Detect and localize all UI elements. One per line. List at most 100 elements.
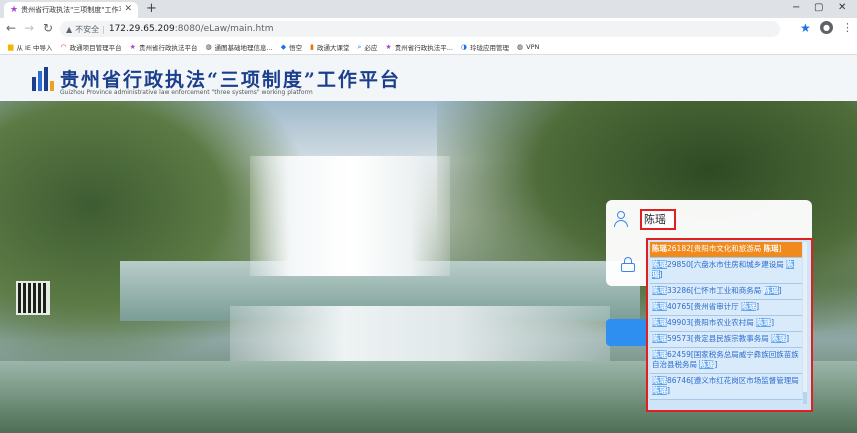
bookmark-label: 通图基础地理信息... [214,44,273,52]
bookmark-item[interactable]: ▮ 政通大课堂 [310,42,349,52]
suggestion-item[interactable]: 陈瑶26182[贵阳市文化和旅游局 陈瑶] [650,242,802,258]
suggestion-item[interactable]: 陈瑶29850[六盘水市住房和城乡建设局 陈瑶] [650,258,802,284]
bookmark-item[interactable]: ★ 贵州省行政执法平... [385,42,452,52]
bookmark-item[interactable]: ◆ 悟空 [281,42,302,52]
suggestion-name-highlight: 陈瑶 [771,334,787,343]
warning-icon: ▲ [66,24,73,34]
folder-icon: ▆ [8,43,14,51]
browser-tab-bar: ★ 贵州省行政执法"三项制度"工作平 ✕ + − ▢ ✕ [0,0,857,18]
bookmark-star-icon[interactable]: ★ [800,21,811,35]
platform-subtitle: Guizhou Province administrative law enfo… [60,89,313,96]
suggestion-name-highlight: 陈瑶 [652,350,667,359]
suggestion-list: 陈瑶26182[贵阳市文化和旅游局 陈瑶] 陈瑶29850[六盘水市住房和城乡建设… [650,242,802,400]
url-host: 172.29.65.209 [108,24,175,34]
separator: | [102,24,105,34]
forward-arrow-icon[interactable]: → [24,21,34,35]
bookmark-label: 从 IE 中导入 [16,44,53,52]
browser-toolbar: ← → ↻ ▲ 不安全 | 172.29.65.209:8080/eLaw/ma… [0,18,857,40]
bookmark-label: 贵州省行政执法平台 [138,44,198,52]
suggestion-name-highlight: 陈瑶 [652,302,667,311]
suggestion-suffix: ] [714,360,718,369]
bookmark-label: 必应 [364,44,378,52]
suggestion-suffix: ] [771,318,775,327]
suggestion-suffix: ] [756,302,760,311]
suggestion-suffix: ] [659,270,663,279]
suggestion-detail: 49903[贵阳市农业农村局 [667,318,757,327]
lock-icon [621,257,635,272]
suggestion-detail: 29850[六盘水市住房和城乡建设局 [667,260,787,269]
minimize-button[interactable]: − [792,2,800,13]
bookmark-item[interactable]: ◍ 通图基础地理信息... [205,42,272,52]
suggestion-detail: 62459[国家税务总局威宁彝族回族苗族自治县税务局 [652,350,799,369]
bookmark-item[interactable]: ◠ 政通项目管理平台 [61,42,122,52]
close-window-button[interactable]: ✕ [838,2,846,13]
bookmark-label: 政通项目管理平台 [69,44,122,52]
suggestion-item[interactable]: 陈瑶62459[国家税务总局威宁彝族回族苗族自治县税务局 陈瑶] [650,348,802,374]
bookmark-item[interactable]: ⌕ 必应 [357,42,378,53]
suggestion-name-highlight: 陈瑶 [741,302,757,311]
tab-title: 贵州省行政执法"三项制度"工作平 [21,6,122,14]
reload-icon[interactable]: ↻ [43,21,53,35]
dropdown-scrollbar[interactable] [803,242,807,404]
suggestion-name-highlight: 陈瑶 [652,318,667,327]
suggestion-item[interactable]: 陈瑶33286[仁怀市工业和商务局 陈瑶] [650,284,802,300]
url-path: :8080/eLaw/main.htm [174,24,274,34]
bookmark-label: 贵州省行政执法平... [394,44,453,52]
page-header: 贵州省行政执法“三项制度”工作平台 Guizhou Province admin… [0,55,857,101]
book-icon: ▮ [310,43,314,51]
search-icon: ⌕ [357,42,362,51]
new-tab-button[interactable]: + [146,1,157,16]
address-bar[interactable]: ▲ 不安全 | 172.29.65.209:8080/eLaw/main.htm [60,21,780,37]
bookmark-item[interactable]: ◍ VPN [517,43,539,51]
suggestion-name-highlight: 陈瑶 [763,244,779,253]
suggestion-name-highlight: 陈瑶 [763,286,779,295]
star-icon: ★ [385,43,392,51]
suggestion-name-highlight: 陈瑶 [699,360,715,369]
bookmark-item[interactable]: ▆ 从 IE 中导入 [8,42,53,52]
username-input[interactable]: 陈瑶 [640,208,676,230]
bookmark-label: VPN [526,43,540,51]
suggestion-item[interactable]: 陈瑶86746[遵义市红花岗区市场监督管理局 陈瑶] [650,374,802,400]
suggestion-suffix: ] [778,244,782,253]
url-text: 172.29.65.209:8080/eLaw/main.htm [109,24,274,34]
suggestion-detail: 33286[仁怀市工业和商务局 [667,286,764,295]
back-arrow-icon[interactable]: ← [6,21,16,35]
suggestion-detail: 86746[遵义市红花岗区市场监督管理局 [667,376,799,385]
bookmark-label: 政通大课堂 [317,44,350,52]
shield-icon: ◆ [280,43,287,51]
globe-icon: ◍ [205,43,212,51]
suggestion-item[interactable]: 陈瑶40765[贵州省审计厅 陈瑶] [650,300,802,316]
suggestion-detail: 59573[贵定县民族宗教事务局 [667,334,772,343]
close-tab-icon[interactable]: ✕ [124,4,132,14]
suggestion-name-highlight: 陈瑶 [652,244,667,253]
qr-code-image [16,281,50,315]
maximize-button[interactable]: ▢ [814,2,823,13]
suggestion-name-highlight: 陈瑶 [652,334,667,343]
suggestion-detail: 40765[贵州省审计厅 [667,302,742,311]
suggestion-item[interactable]: 陈瑶59573[贵定县民族宗教事务局 陈瑶] [650,332,802,348]
suggestion-item[interactable]: 陈瑶49903[贵阳市农业农村局 陈瑶] [650,316,802,332]
platform-title: 贵州省行政执法“三项制度”工作平台 [60,69,401,91]
suggestion-name-highlight: 陈瑶 [652,260,667,269]
suggestion-suffix: ] [778,286,782,295]
bookmark-item[interactable]: ★ 贵州省行政执法平台 [130,42,198,52]
browser-tab[interactable]: ★ 贵州省行政执法"三项制度"工作平 ✕ [4,2,138,18]
suggestion-name-highlight: 陈瑶 [652,376,667,385]
account-avatar-icon[interactable]: ● [820,21,833,34]
login-button[interactable] [606,319,648,346]
bookmark-item[interactable]: ◑ 玲珑应用管理 [461,42,509,52]
suggestion-suffix: ] [786,334,790,343]
suggestion-name-highlight: 陈瑶 [652,386,667,395]
platform-logo-icon [32,67,54,91]
username-row: 陈瑶 [614,206,676,232]
suggestion-name-highlight: 陈瑶 [652,286,667,295]
security-label: 不安全 [75,24,100,34]
star-favicon-icon: ★ [10,5,19,15]
bookmark-label: 玲珑应用管理 [470,44,510,52]
globe-icon: ◍ [517,43,524,51]
menu-dots-icon[interactable]: ⋮ [842,21,853,34]
scrollbar-thumb[interactable] [803,242,807,392]
bookmark-label: 悟空 [289,44,303,52]
bookmarks-bar: ▆ 从 IE 中导入 ◠ 政通项目管理平台 ★ 贵州省行政执法平台 ◍ 通图基础地理信息...… [0,40,857,55]
star-icon: ★ [129,43,136,51]
